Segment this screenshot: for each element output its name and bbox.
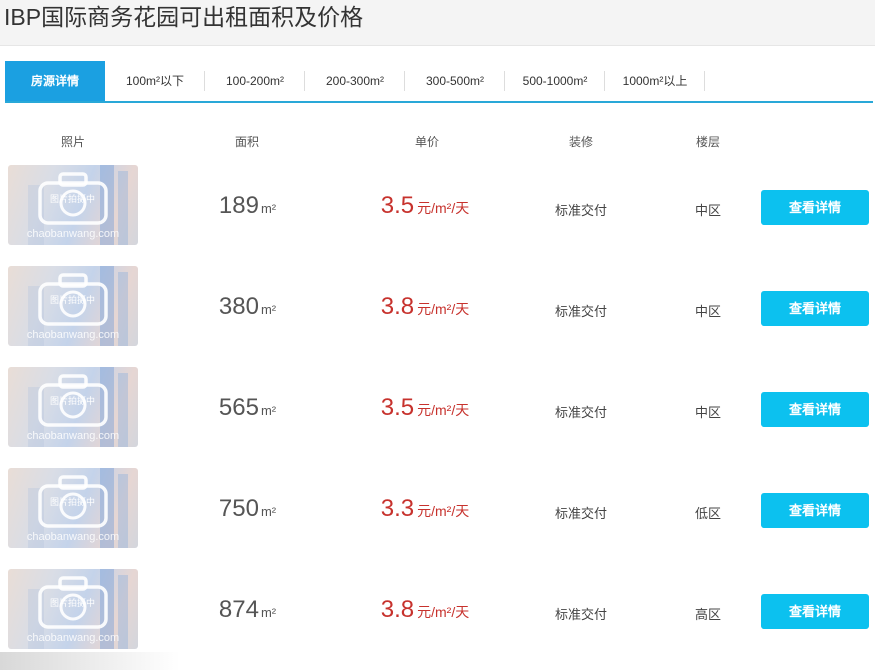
unit-price-value: 3.3 元/m²/天 bbox=[380, 495, 470, 522]
area-value: 565 m² bbox=[218, 394, 277, 421]
decoration-value: 标准交付 bbox=[554, 203, 607, 218]
floor-value: 中区 bbox=[694, 304, 721, 319]
view-details-button[interactable]: 查看详情 bbox=[761, 594, 869, 629]
tab-listing-details[interactable]: 房源详情 bbox=[5, 61, 105, 101]
tab-500-1000[interactable]: 500-1000m² bbox=[505, 61, 605, 101]
view-details-button[interactable]: 查看详情 bbox=[761, 190, 869, 225]
table-row: 图片拍摄中 chaobanwang.com 750 m² 3.3 元/m²/天 标准… bbox=[0, 468, 875, 550]
watermark-label: 图片拍摄中 bbox=[50, 396, 96, 406]
table-row: 图片拍摄中 chaobanwang.com 380 m² 3.8 元/m²/天 标准… bbox=[0, 266, 875, 348]
page-edge-shadow bbox=[0, 652, 180, 670]
watermark-site: chaobanwang.com bbox=[26, 430, 120, 442]
page-title: IBP国际商务花园可出租面积及价格 bbox=[4, 4, 364, 30]
column-header-floor: 楼层 bbox=[695, 135, 720, 149]
watermark-label: 图片拍摄中 bbox=[50, 194, 96, 204]
view-details-button[interactable]: 查看详情 bbox=[761, 392, 869, 427]
floor-value: 高区 bbox=[694, 607, 721, 622]
listing-photo[interactable]: 图片拍摄中 chaobanwang.com bbox=[8, 468, 138, 548]
table-row: 图片拍摄中 chaobanwang.com 565 m² 3.5 元/m²/天 标准… bbox=[0, 367, 875, 449]
watermark-site: chaobanwang.com bbox=[26, 531, 120, 543]
decoration-value: 标准交付 bbox=[554, 304, 607, 319]
watermark-site: chaobanwang.com bbox=[26, 228, 120, 240]
unit-price-value: 3.8 元/m²/天 bbox=[380, 596, 470, 623]
column-header-area: 面积 bbox=[234, 135, 259, 149]
unit-price-value: 3.5 元/m²/天 bbox=[380, 192, 470, 219]
table-row: 图片拍摄中 chaobanwang.com 189 m² 3.5 元/m²/天 标准… bbox=[0, 165, 875, 247]
tab-300-500[interactable]: 300-500m² bbox=[405, 61, 505, 101]
listing-photo[interactable]: 图片拍摄中 chaobanwang.com bbox=[8, 266, 138, 346]
tab-divider bbox=[704, 71, 705, 91]
watermark-label: 图片拍摄中 bbox=[50, 598, 96, 608]
tab-over-1000[interactable]: 1000m²以上 bbox=[605, 61, 705, 101]
tab-under-100[interactable]: 100m²以下 bbox=[105, 61, 205, 101]
floor-value: 中区 bbox=[694, 203, 721, 218]
area-value: 380 m² bbox=[218, 293, 277, 320]
area-filter-tabs: 房源详情 100m²以下 100-200m² 200-300m² 300-500… bbox=[5, 61, 873, 103]
watermark-label: 图片拍摄中 bbox=[50, 497, 96, 507]
column-header-decoration: 装修 bbox=[568, 135, 593, 149]
unit-price-value: 3.8 元/m²/天 bbox=[380, 293, 470, 320]
column-header-unit-price: 单价 bbox=[414, 135, 439, 149]
listing-photo[interactable]: 图片拍摄中 chaobanwang.com bbox=[8, 367, 138, 447]
tab-200-300[interactable]: 200-300m² bbox=[305, 61, 405, 101]
area-value: 750 m² bbox=[218, 495, 277, 522]
unit-price-value: 3.5 元/m²/天 bbox=[380, 394, 470, 421]
floor-value: 中区 bbox=[694, 405, 721, 420]
floor-value: 低区 bbox=[694, 506, 721, 521]
page-header: IBP国际商务花园可出租面积及价格 bbox=[0, 0, 875, 46]
area-value: 189 m² bbox=[218, 192, 277, 219]
area-value: 874 m² bbox=[218, 596, 277, 623]
decoration-value: 标准交付 bbox=[554, 607, 607, 622]
table-row: 图片拍摄中 chaobanwang.com 874 m² 3.8 元/m²/天 标准… bbox=[0, 569, 875, 651]
watermark-site: chaobanwang.com bbox=[26, 329, 120, 341]
view-details-button[interactable]: 查看详情 bbox=[761, 493, 869, 528]
decoration-value: 标准交付 bbox=[554, 506, 607, 521]
listing-photo[interactable]: 图片拍摄中 chaobanwang.com bbox=[8, 165, 138, 245]
column-header-photo: 照片 bbox=[60, 135, 85, 149]
view-details-button[interactable]: 查看详情 bbox=[761, 291, 869, 326]
listing-photo[interactable]: 图片拍摄中 chaobanwang.com bbox=[8, 569, 138, 649]
watermark-label: 图片拍摄中 bbox=[50, 295, 96, 305]
watermark-site: chaobanwang.com bbox=[26, 632, 120, 644]
tab-100-200[interactable]: 100-200m² bbox=[205, 61, 305, 101]
decoration-value: 标准交付 bbox=[554, 405, 607, 420]
